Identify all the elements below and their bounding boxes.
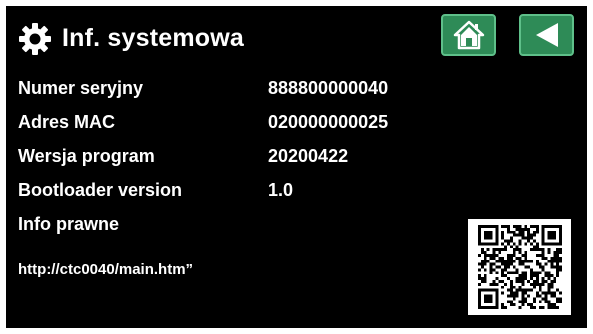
legal-info-label: Info prawne — [18, 214, 120, 234]
serial-number-value: 888800000040 — [268, 78, 389, 98]
software-version-label: Wersja program — [18, 146, 155, 166]
back-button[interactable] — [519, 14, 574, 56]
system-info-screen: Inf. systemowa Numer seryjny 88880000004… — [6, 6, 587, 328]
back-arrow-icon — [535, 23, 558, 47]
home-button[interactable] — [441, 14, 496, 56]
bootloader-version-value: 1.0 — [268, 180, 294, 200]
qr-code-icon — [468, 219, 571, 315]
serial-number-label: Numer seryjny — [18, 78, 144, 98]
software-version-value: 20200422 — [268, 146, 349, 166]
mac-address-value: 020000000025 — [268, 112, 389, 132]
legal-info-url: http://ctc0040/main.htm” — [18, 261, 194, 278]
page-title: Inf. systemowa — [62, 24, 245, 52]
bootloader-version-label: Bootloader version — [18, 180, 183, 200]
home-icon — [453, 20, 484, 50]
gear-icon — [19, 23, 51, 55]
mac-address-label: Adres MAC — [18, 112, 116, 132]
